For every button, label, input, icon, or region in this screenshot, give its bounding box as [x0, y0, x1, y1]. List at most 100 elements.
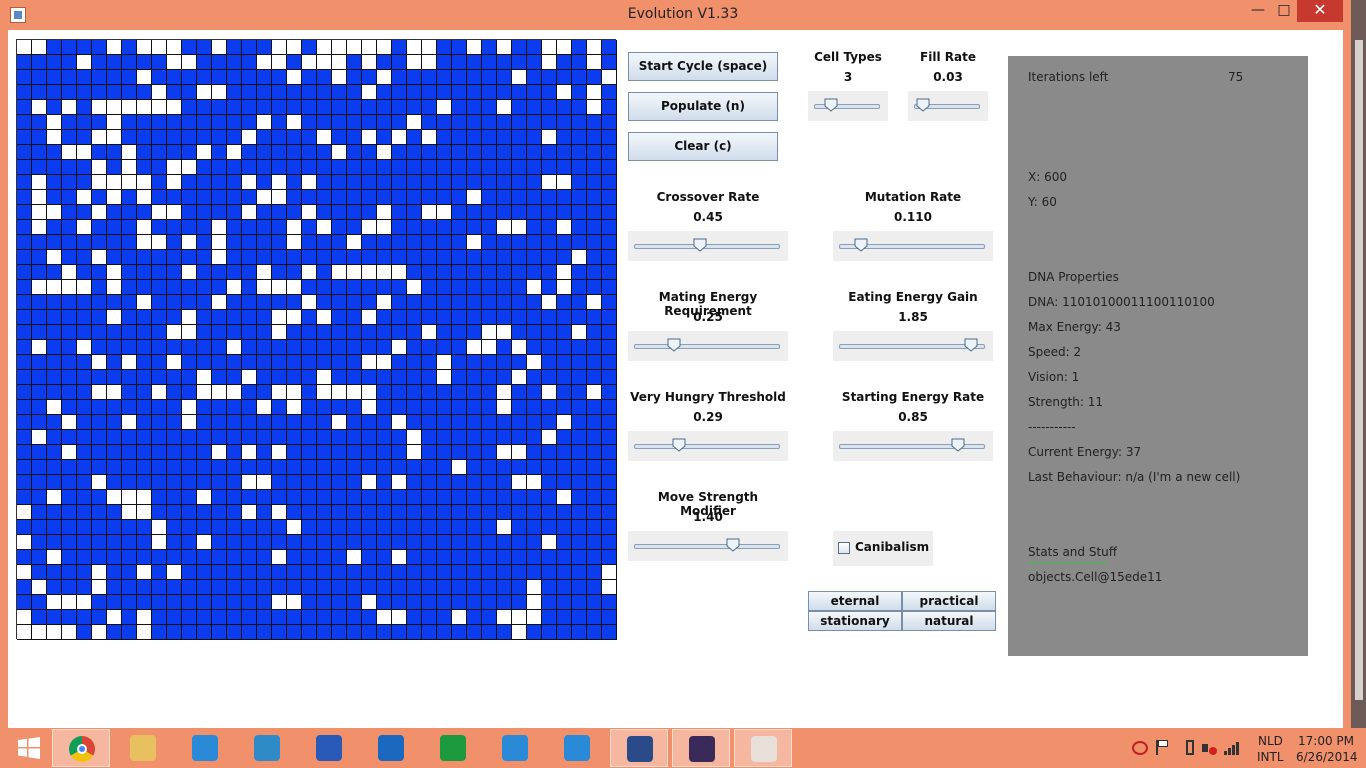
grid-cell[interactable] [317, 445, 332, 460]
grid-cell[interactable] [332, 385, 347, 400]
grid-cell[interactable] [17, 430, 32, 445]
grid-cell[interactable] [167, 205, 182, 220]
grid-cell[interactable] [407, 145, 422, 160]
grid-cell[interactable] [137, 535, 152, 550]
grid-cell[interactable] [92, 190, 107, 205]
grid-cell[interactable] [47, 355, 62, 370]
grid-cell[interactable] [572, 55, 587, 70]
grid-cell[interactable] [272, 595, 287, 610]
grid-cell[interactable] [452, 205, 467, 220]
grid-cell[interactable] [227, 250, 242, 265]
grid-cell[interactable] [77, 190, 92, 205]
grid-cell[interactable] [47, 190, 62, 205]
grid-cell[interactable] [587, 430, 602, 445]
grid-cell[interactable] [182, 475, 197, 490]
grid-cell[interactable] [77, 580, 92, 595]
grid-cell[interactable] [317, 175, 332, 190]
grid-cell[interactable] [422, 205, 437, 220]
grid-cell[interactable] [227, 445, 242, 460]
grid-cell[interactable] [122, 280, 137, 295]
grid-cell[interactable] [497, 580, 512, 595]
grid-cell[interactable] [587, 325, 602, 340]
grid-cell[interactable] [362, 580, 377, 595]
grid-cell[interactable] [257, 490, 272, 505]
grid-cell[interactable] [92, 400, 107, 415]
grid-cell[interactable] [197, 145, 212, 160]
grid-cell[interactable] [422, 250, 437, 265]
grid-cell[interactable] [227, 580, 242, 595]
grid-cell[interactable] [92, 460, 107, 475]
grid-cell[interactable] [122, 220, 137, 235]
grid-cell[interactable] [137, 565, 152, 580]
grid-cell[interactable] [332, 415, 347, 430]
grid-cell[interactable] [302, 355, 317, 370]
grid-cell[interactable] [542, 295, 557, 310]
grid-cell[interactable] [527, 250, 542, 265]
grid-cell[interactable] [332, 595, 347, 610]
grid-cell[interactable] [437, 85, 452, 100]
grid-cell[interactable] [32, 295, 47, 310]
grid-cell[interactable] [572, 625, 587, 640]
grid-cell[interactable] [332, 265, 347, 280]
grid-cell[interactable] [452, 625, 467, 640]
grid-cell[interactable] [62, 160, 77, 175]
grid-cell[interactable] [92, 565, 107, 580]
grid-cell[interactable] [272, 265, 287, 280]
grid-cell[interactable] [482, 550, 497, 565]
grid-cell[interactable] [92, 40, 107, 55]
grid-cell[interactable] [422, 115, 437, 130]
grid-cell[interactable] [407, 295, 422, 310]
grid-cell[interactable] [497, 325, 512, 340]
grid-cell[interactable] [32, 265, 47, 280]
grid-cell[interactable] [92, 160, 107, 175]
grid-cell[interactable] [287, 280, 302, 295]
grid-cell[interactable] [287, 325, 302, 340]
grid-cell[interactable] [62, 130, 77, 145]
grid-cell[interactable] [407, 325, 422, 340]
grid-cell[interactable] [77, 625, 92, 640]
grid-cell[interactable] [452, 580, 467, 595]
grid-cell[interactable] [527, 490, 542, 505]
grid-cell[interactable] [302, 445, 317, 460]
grid-cell[interactable] [257, 370, 272, 385]
grid-cell[interactable] [122, 70, 137, 85]
grid-cell[interactable] [317, 625, 332, 640]
grid-cell[interactable] [257, 505, 272, 520]
grid-cell[interactable] [467, 205, 482, 220]
grid-cell[interactable] [137, 460, 152, 475]
grid-cell[interactable] [182, 565, 197, 580]
grid-cell[interactable] [362, 355, 377, 370]
slider-thumb[interactable] [964, 338, 978, 352]
grid-cell[interactable] [137, 205, 152, 220]
grid-cell[interactable] [257, 100, 272, 115]
grid-cell[interactable] [422, 145, 437, 160]
grid-cell[interactable] [167, 55, 182, 70]
grid-cell[interactable] [317, 535, 332, 550]
grid-cell[interactable] [362, 55, 377, 70]
grid-cell[interactable] [497, 595, 512, 610]
grid-cell[interactable] [557, 505, 572, 520]
grid-cell[interactable] [242, 460, 257, 475]
grid-cell[interactable] [152, 325, 167, 340]
grid-cell[interactable] [152, 265, 167, 280]
grid-cell[interactable] [212, 625, 227, 640]
grid-cell[interactable] [107, 55, 122, 70]
grid-cell[interactable] [242, 490, 257, 505]
grid-cell[interactable] [422, 430, 437, 445]
clock-date[interactable]: 6/26/2014 [1296, 750, 1358, 764]
grid-cell[interactable] [422, 235, 437, 250]
grid-cell[interactable] [302, 70, 317, 85]
grid-cell[interactable] [302, 235, 317, 250]
grid-cell[interactable] [557, 55, 572, 70]
grid-cell[interactable] [332, 610, 347, 625]
grid-cell[interactable] [362, 220, 377, 235]
grid-cell[interactable] [347, 400, 362, 415]
grid-cell[interactable] [482, 130, 497, 145]
grid-cell[interactable] [122, 85, 137, 100]
grid-cell[interactable] [347, 145, 362, 160]
grid-cell[interactable] [602, 475, 617, 490]
grid-cell[interactable] [482, 610, 497, 625]
grid-cell[interactable] [122, 445, 137, 460]
grid-cell[interactable] [92, 580, 107, 595]
grid-cell[interactable] [362, 160, 377, 175]
